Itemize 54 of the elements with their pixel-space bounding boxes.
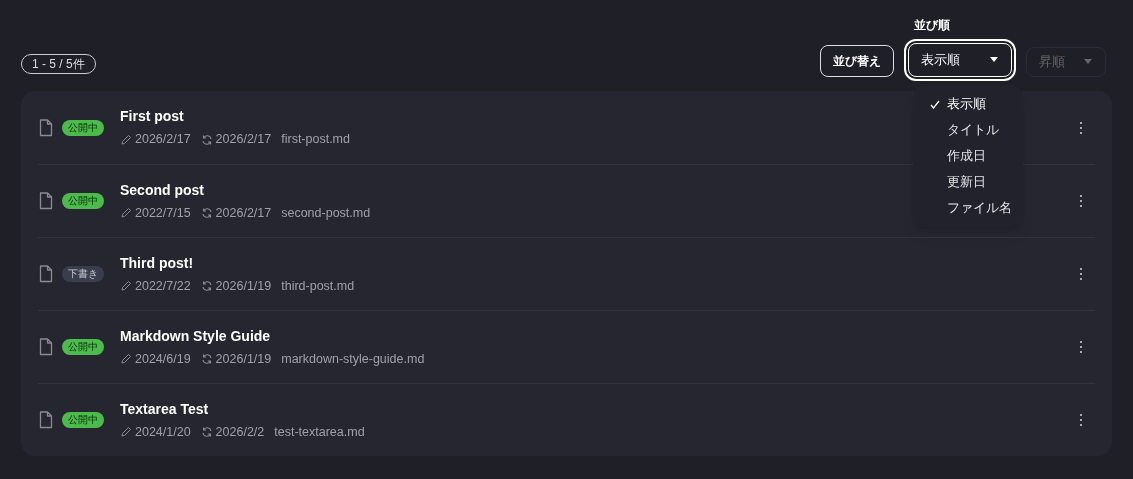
file-name: test-textarea.md bbox=[274, 423, 365, 441]
post-title[interactable]: Textarea Test bbox=[120, 398, 365, 420]
more-options-icon[interactable] bbox=[1079, 120, 1083, 135]
menu-option[interactable]: 更新日 bbox=[947, 172, 986, 192]
created-date: 2022/7/22 bbox=[135, 277, 191, 295]
post-title[interactable]: Third post! bbox=[120, 252, 355, 274]
sort-button[interactable]: 並び替え bbox=[820, 45, 894, 77]
created-date: 2024/1/20 bbox=[135, 423, 191, 441]
status-badge: 公開中 bbox=[62, 119, 104, 136]
refresh-icon bbox=[200, 353, 213, 365]
updated-date: 2026/1/19 bbox=[215, 277, 272, 295]
more-options-icon[interactable] bbox=[1079, 194, 1083, 208]
post-title[interactable]: Second post bbox=[120, 179, 371, 201]
created-date: 2026/2/17 bbox=[135, 131, 191, 149]
post-title[interactable]: First post bbox=[120, 106, 350, 128]
document-icon bbox=[39, 118, 53, 137]
created-date: 2022/7/15 bbox=[135, 204, 191, 222]
refresh-icon bbox=[200, 426, 213, 438]
status-badge: 下書き bbox=[62, 266, 104, 282]
updated-date: 2026/2/2 bbox=[215, 423, 265, 441]
file-name: markdown-style-guide.md bbox=[281, 350, 425, 368]
refresh-icon bbox=[200, 280, 213, 292]
document-icon bbox=[39, 338, 53, 356]
status-badge: 公開中 bbox=[62, 412, 104, 428]
refresh-icon bbox=[200, 133, 213, 146]
file-name: second-post.md bbox=[281, 204, 371, 222]
refresh-icon bbox=[200, 207, 213, 219]
pencil-icon bbox=[120, 353, 132, 365]
more-options-icon[interactable] bbox=[1079, 413, 1083, 427]
status-badge: 公開中 bbox=[62, 193, 104, 209]
document-icon bbox=[39, 192, 53, 210]
pencil-icon bbox=[120, 207, 132, 219]
pencil-icon bbox=[120, 426, 132, 438]
file-name: third-post.md bbox=[281, 277, 355, 295]
menu-option[interactable]: タイトル bbox=[947, 120, 999, 140]
pencil-icon bbox=[120, 280, 132, 292]
more-options-icon[interactable] bbox=[1079, 267, 1083, 281]
more-options-icon[interactable] bbox=[1079, 340, 1083, 354]
menu-option[interactable]: 表示順 bbox=[947, 94, 986, 114]
pencil-icon bbox=[120, 133, 132, 146]
document-icon bbox=[39, 411, 53, 429]
caret-icon bbox=[1083, 59, 1093, 65]
status-badge: 公開中 bbox=[62, 339, 104, 355]
sort-order-label: 並び順 bbox=[914, 17, 951, 34]
updated-date: 2026/2/17 bbox=[215, 204, 272, 222]
menu-option[interactable]: 作成日 bbox=[947, 146, 986, 166]
updated-date: 2026/2/17 bbox=[215, 131, 272, 149]
caret-icon bbox=[989, 57, 999, 63]
updated-date: 2026/1/19 bbox=[215, 350, 272, 368]
post-title[interactable]: Markdown Style Guide bbox=[120, 325, 425, 347]
file-name: first-post.md bbox=[281, 131, 350, 149]
document-icon bbox=[39, 265, 53, 283]
created-date: 2024/6/19 bbox=[135, 350, 191, 368]
menu-option[interactable]: ファイル名 bbox=[947, 198, 1012, 218]
